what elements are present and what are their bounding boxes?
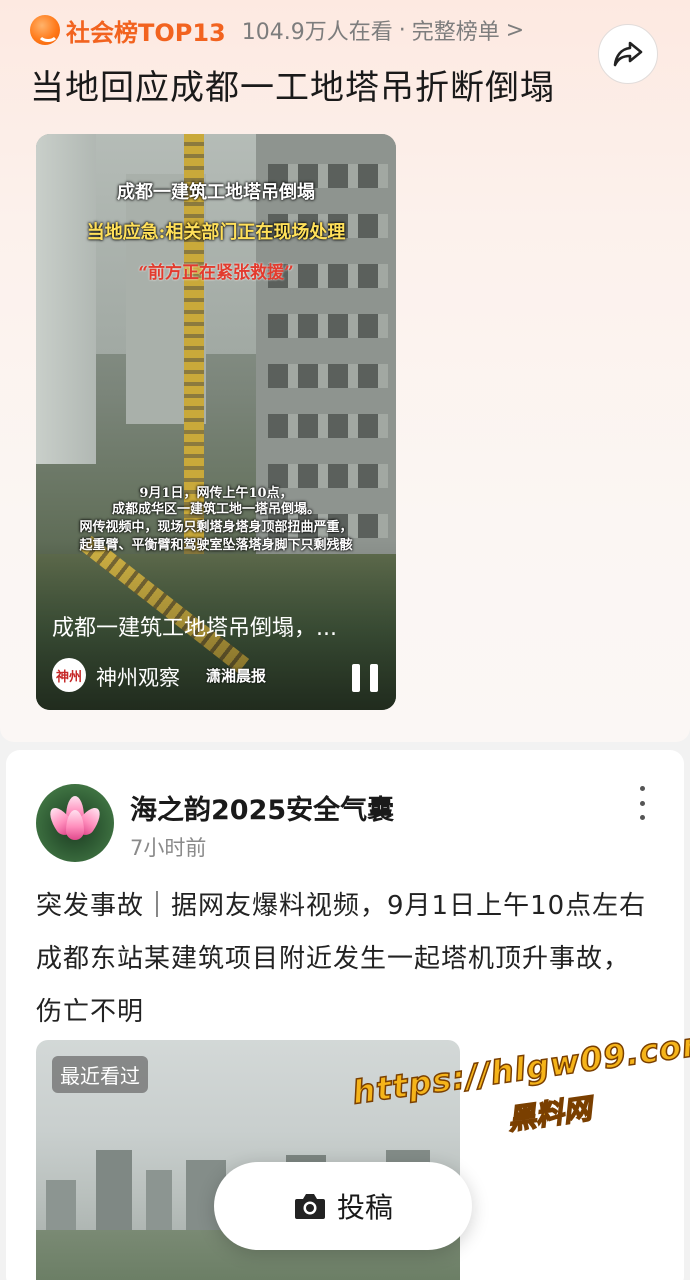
share-arrow-icon	[613, 41, 643, 67]
pause-icon[interactable]	[352, 664, 378, 692]
source-logo: 神州	[52, 658, 86, 692]
tower-window-row	[268, 364, 388, 388]
header-separator: ·	[398, 17, 406, 43]
submit-post-button[interactable]: 投稿	[214, 1162, 472, 1250]
share-button[interactable]	[598, 24, 658, 84]
video-caption-official: 当地应急:相关部门正在现场处理	[86, 222, 346, 243]
video-subtitle-line: 网传视频中，现场只剩塔身塔身顶部扭曲严重，	[79, 520, 353, 535]
video-subtitle-line: 起重臂、平衡臂和驾驶室坠落塔身脚下只剩残骸	[79, 538, 353, 553]
video-player[interactable]: 成都一建筑工地塔吊倒塌 当地应急:相关部门正在现场处理 “前方正在紧张救援” 9…	[36, 134, 396, 710]
tower-window-row	[268, 464, 388, 488]
trending-rank-label: 社会榜TOP13	[66, 18, 226, 47]
video-caption-headline: 成都一建筑工地塔吊倒塌	[117, 182, 315, 203]
recently-viewed-badge: 最近看过	[52, 1056, 148, 1093]
video-source[interactable]: 神州观察	[96, 662, 180, 692]
video-subtitle-line: 成都成华区一建筑工地一塔吊倒塌。	[111, 502, 320, 517]
avatar[interactable]	[36, 784, 114, 862]
more-vertical-icon[interactable]	[636, 786, 648, 820]
submit-post-label: 投稿	[336, 1191, 393, 1224]
post-time: 7小时前	[130, 836, 207, 860]
trending-card[interactable]: 社会榜TOP13 104.9万人在看 · 完整榜单 > 当地回应成都一工地塔吊折…	[0, 0, 690, 742]
full-list-link[interactable]: 完整榜单	[412, 14, 500, 46]
post-text[interactable]: 突发事故｜据网友爆料视频，9月1日上午10点左右成都东站某建筑项目附近发生一起塔…	[36, 880, 656, 1039]
tower-window-row	[268, 314, 388, 338]
chevron-right-icon[interactable]: >	[506, 18, 524, 43]
hot-logo-icon	[30, 15, 60, 45]
video-source-watermark: 潇湘晨报	[206, 667, 267, 685]
watermark-name: 黑料网	[505, 1091, 594, 1137]
author-name[interactable]: 海之韵2025安全气囊	[130, 788, 394, 827]
video-subtitle-line: 9月1日，网传上午10点，	[139, 486, 293, 501]
video-title: 成都一建筑工地塔吊倒塌，...	[52, 616, 337, 641]
tower-window-row	[268, 414, 388, 438]
video-caption-quote: “前方正在紧张救援”	[138, 263, 294, 283]
trending-title[interactable]: 当地回应成都一工地塔吊折断倒塌	[30, 60, 555, 109]
camera-icon	[294, 1194, 325, 1219]
feed-page: 社会榜TOP13 104.9万人在看 · 完整榜单 > 当地回应成都一工地塔吊折…	[0, 0, 690, 1280]
viewer-count: 104.9万人在看	[241, 20, 393, 45]
trending-header[interactable]: 社会榜TOP13 104.9万人在看 · 完整榜单 >	[30, 12, 524, 48]
